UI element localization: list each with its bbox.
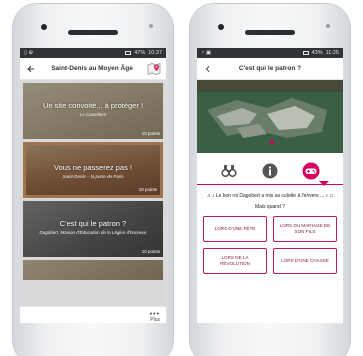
earpiece bbox=[245, 30, 295, 35]
answer-button[interactable]: LORS D'UNE CHASSE bbox=[273, 248, 337, 274]
status-bar: ▯ ⊕ 47% 10:37 bbox=[20, 48, 166, 58]
card-subtitle: Saint-Denis – la porte de Paris bbox=[62, 174, 124, 179]
battery-icon bbox=[302, 51, 309, 55]
card-points: 10 points bbox=[138, 187, 157, 192]
tour-card[interactable]: Vous ne passerez pas ! Saint-Denis – la … bbox=[23, 142, 163, 198]
screen-tour-list: ▯ ⊕ 47% 10:37 Saint-Denis au Moyen Âge U… bbox=[20, 48, 166, 323]
app-bar: C'est qui le patron ? bbox=[197, 58, 343, 80]
more-menu[interactable]: ••• Plus bbox=[20, 306, 166, 323]
notification-icons: ▯ ⊕ bbox=[24, 50, 34, 56]
page-title: Saint-Denis au Moyen Âge bbox=[51, 65, 133, 72]
answer-grid: LORS D'UNE FÊTE LORS DU MARIAGE DE SON F… bbox=[197, 216, 343, 274]
card-points: 10 points bbox=[141, 249, 160, 254]
status-bar: ◔ ▣ 43% 11:25 bbox=[197, 48, 343, 58]
clock: 10:37 bbox=[148, 50, 162, 56]
clock: 11:25 bbox=[325, 50, 339, 56]
quiz-toolbar bbox=[197, 153, 343, 189]
carousel-indicator bbox=[270, 140, 274, 144]
screen-quiz: ◔ ▣ 43% 11:25 C'est qui le patron ? ♫ ♪ … bbox=[197, 48, 343, 323]
more-label: Plus bbox=[150, 316, 160, 323]
proximity-sensor bbox=[149, 24, 153, 28]
binoculars-icon[interactable] bbox=[220, 162, 238, 180]
notification-icons: ◔ ▣ bbox=[201, 50, 212, 56]
back-arrow-icon[interactable] bbox=[25, 63, 37, 75]
front-camera bbox=[218, 24, 224, 30]
phone-left: ▯ ⊕ 47% 10:37 Saint-Denis au Moyen Âge U… bbox=[13, 4, 173, 356]
tour-card[interactable]: C'est qui le patron ? Dagobert, Maison d… bbox=[23, 201, 163, 257]
answer-button[interactable]: LORS DU MARIAGE DE SON FILS bbox=[273, 216, 337, 242]
front-camera bbox=[41, 24, 47, 30]
earpiece bbox=[68, 30, 118, 35]
proximity-sensor bbox=[326, 24, 330, 28]
back-chevron-icon[interactable] bbox=[202, 63, 214, 75]
card-points: 10 points bbox=[141, 131, 160, 136]
tour-card-list: Un site convoité... à protéger ! Le Cast… bbox=[20, 80, 166, 323]
card-overlay bbox=[23, 260, 163, 280]
answer-button[interactable]: LORS D'UNE FÊTE bbox=[203, 216, 267, 242]
quiz-question: Mais quand ? bbox=[254, 204, 286, 210]
card-title: Vous ne passerez pas ! bbox=[54, 163, 132, 172]
card-title: Un site convoité... à protéger ! bbox=[42, 101, 144, 110]
card-subtitle: Le Castellum bbox=[79, 112, 107, 117]
app-bar: Saint-Denis au Moyen Âge bbox=[20, 58, 166, 80]
phone-right: ◔ ▣ 43% 11:25 C'est qui le patron ? ♫ ♪ … bbox=[190, 4, 350, 356]
tour-card[interactable]: Un site convoité... à protéger ! Le Cast… bbox=[23, 83, 163, 139]
battery-level: 47% bbox=[134, 50, 146, 56]
song-lyrics: ♫ ♪ Le bon roi Dagobert a mis sa culotte… bbox=[206, 193, 334, 199]
tour-card[interactable] bbox=[23, 260, 163, 280]
battery-icon bbox=[125, 51, 132, 55]
gamepad-icon[interactable] bbox=[302, 162, 320, 180]
page-title: C'est qui le patron ? bbox=[238, 65, 302, 72]
quiz-photo bbox=[197, 80, 343, 153]
answer-button[interactable]: LORS DE LA RÉVOLUTION bbox=[203, 248, 267, 274]
info-icon[interactable] bbox=[261, 162, 279, 180]
card-title: C'est qui le patron ? bbox=[59, 219, 127, 228]
map-pin-icon[interactable] bbox=[147, 62, 161, 76]
tab-indicator bbox=[319, 181, 329, 186]
card-subtitle: Dagobert, Maison d'Éducation de la Légio… bbox=[39, 230, 147, 235]
battery-level: 43% bbox=[311, 50, 323, 56]
